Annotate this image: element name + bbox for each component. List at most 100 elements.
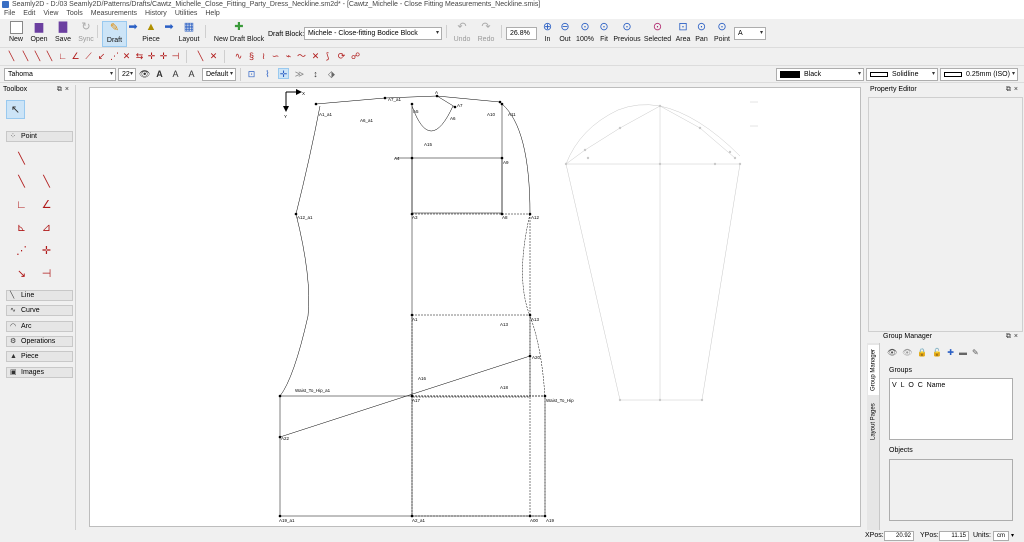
curve-cut-tool-icon[interactable]: ✕ [310, 51, 321, 62]
drawing-canvas[interactable]: X Y A A7_a1 A7 A6 A5 A10 A11 A1_a1 A6_a1… [89, 87, 861, 527]
spline-intersect-tool-icon[interactable]: 〜 [296, 51, 307, 62]
line-type-select[interactable]: Solidline ▾ [866, 68, 938, 81]
show-all-eye-icon[interactable]: 👁 [887, 348, 897, 359]
save-button[interactable]: ▇ Save [52, 21, 74, 47]
layout-mode-button[interactable]: ▦ Layout [177, 21, 201, 47]
open-button[interactable]: ▆ Open [28, 21, 50, 47]
rotate-tool-icon[interactable]: ✛ [158, 51, 169, 62]
show-control-points-icon[interactable]: ⊡ [246, 69, 257, 80]
draft-mode-button[interactable]: ✎ Draft [102, 21, 127, 47]
piece-section-button[interactable]: ▲ Piece [6, 351, 73, 362]
tag-icon[interactable]: ⬗ [326, 69, 337, 80]
undo-button[interactable]: ↶ Undo [452, 21, 472, 47]
zoom-level-spinbox[interactable]: 26.8% [506, 27, 537, 40]
normal-tool[interactable]: ⊾ [12, 218, 31, 237]
eye-icon[interactable]: 👁 [139, 69, 150, 80]
line-intersect-tool-icon[interactable]: ⇆ [134, 51, 145, 62]
tab-layout-pages[interactable]: Layout Pages [868, 399, 879, 445]
operations-section-button[interactable]: ⚙ Operations [6, 336, 73, 347]
cross-tool-icon[interactable]: ✛ [146, 51, 157, 62]
spline-path-tool-icon[interactable]: ≀ [258, 51, 269, 62]
double-chevron-icon[interactable]: ≫ [294, 69, 305, 80]
redo-button[interactable]: ↷ Redo [476, 21, 496, 47]
triangle-tool[interactable]: ⋰ [12, 241, 31, 260]
mirror-tool-icon[interactable]: ⊣ [170, 51, 181, 62]
sync-button[interactable]: ↻ Sync [76, 21, 96, 47]
spline-tool-icon[interactable]: § [246, 51, 257, 62]
midpoint-tool-icon[interactable]: ⟋ [83, 51, 94, 62]
normal-tool-icon[interactable]: ╲ [32, 51, 43, 62]
length-angle-tool[interactable]: ⊿ [37, 218, 56, 237]
line-section-button[interactable]: ╲ Line [6, 290, 73, 301]
unlock-icon[interactable]: 🔓 [932, 348, 942, 359]
menu-measurements[interactable]: Measurements [87, 9, 141, 19]
curve-intersect-tool-icon[interactable]: ☍ [350, 51, 361, 62]
lock-icon[interactable]: 🔒 [917, 348, 927, 359]
arrow-pointer-tool[interactable]: ↖ [6, 100, 25, 119]
cut-spline-tool-icon[interactable]: ⌁ [283, 51, 294, 62]
curve-join-tool-icon[interactable]: ⟳ [336, 51, 347, 62]
point-labels-icon[interactable]: ✛ [278, 68, 289, 79]
draw-line-tool-icon[interactable]: ╲ [195, 51, 206, 62]
intersect-lines-tool-icon[interactable]: ✕ [208, 51, 219, 62]
piece-mode-button[interactable]: ▲ Piece [140, 21, 162, 47]
line-color-select[interactable]: Black ▾ [776, 68, 864, 81]
curve-point-tool-icon[interactable]: ⟆ [322, 51, 333, 62]
font-size-select[interactable]: 22 ▾ [118, 68, 136, 81]
arc-section-button[interactable]: ◠ Arc [6, 321, 73, 332]
shoulder-point-tool[interactable]: ∟ [12, 195, 31, 214]
point-section-button[interactable]: ⁘ Point [6, 131, 73, 142]
text-style-select[interactable]: Default ▾ [202, 68, 236, 81]
pan-button[interactable]: ⊙ Pan [693, 21, 710, 47]
zoom-in-button[interactable]: ⊕ In [540, 21, 555, 47]
units-select[interactable]: cm [993, 531, 1009, 541]
zoom-area-button[interactable]: ⊡ Area [675, 21, 691, 47]
draft-block-select[interactable]: Michele - Close-fitting Bodice Block ▾ [304, 27, 442, 40]
intersect-xy-tool[interactable]: ✛ [37, 241, 56, 260]
menu-help[interactable]: Help [201, 9, 223, 19]
menu-edit[interactable]: Edit [19, 9, 39, 19]
height-tool[interactable]: ↘ [12, 264, 31, 283]
menu-view[interactable]: View [39, 9, 62, 19]
line-point-tool[interactable]: ╲ [12, 149, 31, 168]
length-angle-tool-icon[interactable]: ∠ [70, 51, 81, 62]
triangle-tool-icon[interactable]: ⋰ [109, 51, 120, 62]
zoom-previous-button[interactable]: ⊙ Previous [613, 21, 641, 47]
menu-tools[interactable]: Tools [62, 9, 86, 19]
zoom-100-button[interactable]: ⊙ 100% [575, 21, 595, 47]
curve-tool-icon[interactable]: ∿ [233, 51, 244, 62]
decrease-font-icon[interactable]: A [170, 69, 181, 80]
zoom-point-button[interactable]: ⊙ Point [712, 21, 732, 47]
menu-history[interactable]: History [141, 9, 171, 19]
cubic-bezier-tool-icon[interactable]: ∽ [270, 51, 281, 62]
menu-utilities[interactable]: Utilities [171, 9, 202, 19]
shoulder-tool-icon[interactable]: ∟ [57, 51, 68, 62]
groups-table[interactable]: V L O C Name [889, 378, 1013, 440]
tab-group-manager[interactable]: Group Manager [868, 345, 879, 395]
dock-float-close-icon[interactable]: ⧉× [1006, 332, 1021, 342]
along-line-tool-icon[interactable]: ╲ [20, 51, 31, 62]
edit-group-icon[interactable]: ✎ [972, 348, 979, 359]
zoom-selected-button[interactable]: ⊙ Selected [643, 21, 672, 47]
dock-float-close-icon[interactable]: ⧉× [57, 85, 72, 95]
hide-all-eye-icon[interactable]: 👁 [902, 348, 912, 359]
zoom-fit-button[interactable]: ⊙ Fit [597, 21, 611, 47]
objects-list[interactable] [889, 459, 1013, 521]
midpoint-tool[interactable]: ╲ [37, 172, 56, 191]
line-tool-icon[interactable]: ╲ [6, 51, 17, 62]
bisector-tool-icon[interactable]: ╲ [44, 51, 55, 62]
menu-file[interactable]: File [0, 9, 19, 19]
dock-float-close-icon[interactable]: ⧉× [1006, 85, 1021, 95]
point-name-select[interactable]: A ▾ [734, 27, 766, 40]
add-group-icon[interactable]: ✚ [947, 348, 954, 359]
chevron-down-icon[interactable]: ▾ [1011, 530, 1014, 542]
new-draft-block-button[interactable]: ✚ New Draft Block [212, 21, 266, 47]
curve-section-button[interactable]: ∿ Curve [6, 305, 73, 316]
images-section-button[interactable]: ▣ Images [6, 367, 73, 378]
bisector-tool[interactable]: ∠ [37, 195, 56, 214]
vertical-arrows-icon[interactable]: ↕ [310, 69, 321, 80]
line-weight-select[interactable]: 0.25mm (ISO) ▾ [940, 68, 1018, 81]
along-line-tool[interactable]: ╲ [12, 172, 31, 191]
perpendicular-tool[interactable]: ⊣ [37, 264, 56, 283]
height-tool-icon[interactable]: ↙ [96, 51, 107, 62]
